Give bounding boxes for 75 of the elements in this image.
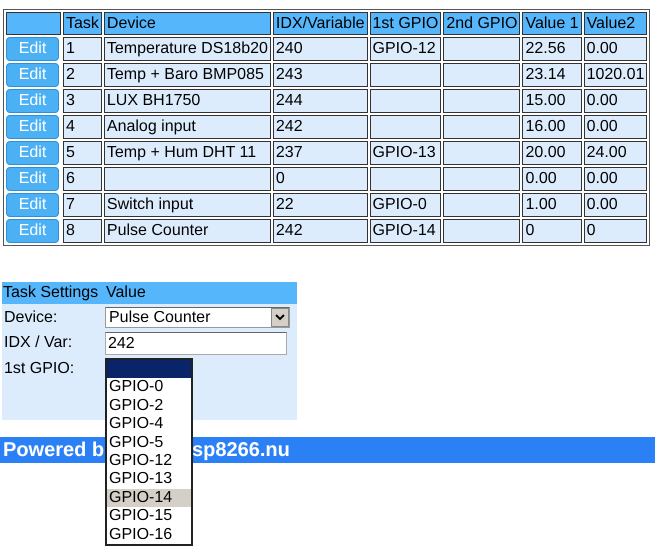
table-cell: 0 [522, 219, 582, 243]
dropdown-option[interactable]: GPIO-12 [107, 452, 191, 470]
table-cell: 4 [63, 115, 102, 139]
column-header: Device [104, 12, 271, 35]
input-field[interactable]: 242 [105, 332, 287, 355]
table-cell: 237 [272, 141, 368, 165]
footer-text: Powered b [3, 438, 104, 460]
dropdown-option[interactable]: GPIO-2 [107, 396, 191, 416]
dropdown-option[interactable]: GPIO-0 [107, 378, 191, 397]
table-cell [370, 89, 442, 113]
table-cell: 1 [63, 37, 102, 61]
dropdown-option[interactable]: GPIO-15 [107, 507, 191, 526]
table-cell: 22.56 [522, 37, 582, 61]
column-header: 1st GPIO [370, 12, 442, 35]
table-cell: 0.00 [584, 37, 648, 61]
table-cell [370, 63, 442, 87]
table-cell: 243 [272, 63, 368, 87]
header-cell [6, 12, 61, 35]
table-cell: 2 [63, 63, 102, 87]
table-cell: Temp + Hum DHT 11 [104, 141, 271, 165]
column-header: Task [63, 12, 102, 35]
table-cell: 20.00 [522, 141, 582, 165]
table-cell: 0.00 [584, 193, 648, 217]
table-cell: Pulse Counter [104, 219, 271, 243]
column-header: IDX/Variable [272, 12, 368, 35]
table-cell: 0 [272, 167, 368, 191]
column-header: Value 1 [522, 12, 582, 35]
column-header: Task Settings [2, 284, 100, 302]
table-cell: GPIO-12 [370, 37, 442, 61]
table-cell: 244 [272, 89, 368, 113]
table-cell: Temp + Baro BMP085 [104, 63, 271, 87]
table-cell: 0 [584, 219, 648, 243]
table-cell: 0.00 [584, 167, 648, 191]
table-cell: Switch input [104, 193, 271, 217]
device-dropdown[interactable]: Pulse Counter [105, 307, 290, 328]
table-cell: LUX BH1750 [104, 89, 271, 113]
table-cell: 23.14 [522, 63, 582, 87]
table-cell: 5 [63, 141, 102, 165]
dropdown-option[interactable]: GPIO-5 [107, 434, 191, 452]
table-cell: 242 [272, 115, 368, 139]
table-cell: 7 [63, 193, 102, 217]
table-cell: 16.00 [522, 115, 582, 139]
field-label: IDX / Var: [3, 333, 74, 353]
table-cell: 22 [272, 193, 368, 217]
table-cell [370, 115, 442, 139]
table-cell: 242 [272, 219, 368, 243]
field-label: 1st GPIO: [3, 359, 76, 379]
column-header: Value2 [584, 12, 648, 35]
column-header: Value [106, 284, 146, 302]
table-cell: 1.00 [522, 193, 582, 217]
table-cell: 6 [63, 167, 102, 191]
dropdown-option[interactable]: GPIO-13 [107, 470, 191, 489]
table-cell: 15.00 [522, 89, 582, 113]
table-cell: GPIO-13 [370, 141, 442, 165]
table-cell: 24.00 [584, 141, 648, 165]
table-cell: 3 [63, 89, 102, 113]
table-cell: Temperature DS18b20 [104, 37, 271, 61]
dropdown-option[interactable]: GPIO-16 [107, 526, 191, 544]
caret-icon [275, 314, 285, 321]
table-cell [370, 167, 442, 191]
field-label: Device: [3, 308, 58, 328]
dropdown-option[interactable]: GPIO-4 [107, 415, 191, 434]
table-cell: GPIO-0 [370, 193, 442, 217]
highlighted-option[interactable] [107, 360, 191, 378]
table-cell: 8 [63, 219, 102, 243]
table-cell: 1020.01 [584, 63, 648, 87]
table-cell: Analog input [104, 115, 271, 139]
footer-text: sp8266.nu [192, 438, 290, 462]
table-cell: 0.00 [584, 115, 648, 139]
dropdown-option[interactable]: GPIO-14 [107, 488, 191, 508]
table-cell: 0.00 [584, 89, 648, 113]
table-cell: GPIO-14 [370, 219, 442, 243]
table-cell: 0.00 [522, 167, 582, 191]
column-header: 2nd GPIO [443, 12, 520, 35]
table-cell: 240 [272, 37, 368, 61]
